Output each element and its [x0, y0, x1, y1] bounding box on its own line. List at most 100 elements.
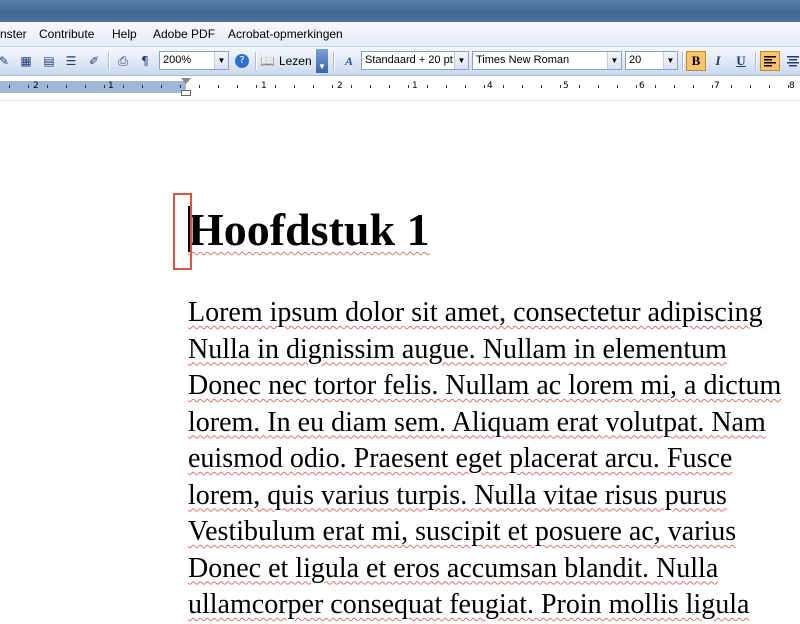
title-bar: [0, 0, 800, 22]
chevron-down-icon: ▼: [318, 62, 326, 71]
ruler-tick: [313, 85, 314, 88]
align-left-button[interactable]: [760, 51, 780, 71]
ruler-tick: [408, 85, 409, 88]
font-value: Times New Roman: [476, 54, 570, 66]
read-mode-label: Lezen: [278, 54, 312, 68]
ruler-tick: [579, 85, 580, 88]
document-map-icon[interactable]: ⎙: [113, 51, 133, 71]
insert-excel-icon[interactable]: ▤: [39, 51, 59, 71]
ruler-label: 7: [714, 81, 720, 91]
body-line: euismod odio. Praesent eget placerat arc…: [188, 443, 733, 474]
menu-item-contribute[interactable]: Contribute: [39, 27, 94, 41]
ruler-label: 4: [487, 81, 493, 91]
chevron-down-icon[interactable]: ▼: [663, 52, 677, 69]
body-line: Donec nec tortor felis. Nullam ac lorem …: [188, 370, 782, 401]
menu-bar: nster Contribute Help Adobe PDF Acrobat-…: [0, 22, 800, 47]
ruler-tick: [351, 85, 352, 88]
ruler-tick: [427, 85, 428, 88]
align-center-icon: [787, 56, 799, 67]
ruler-label: 1: [412, 81, 418, 91]
show-formatting-icon[interactable]: ¶: [135, 51, 155, 71]
ruler-label: 6: [639, 81, 645, 91]
chevron-down-icon[interactable]: ▼: [607, 52, 621, 69]
ruler-tick: [104, 85, 105, 88]
ruler-tick: [693, 85, 694, 88]
drawing-toolbar-icon[interactable]: ✐: [84, 51, 104, 71]
toolbar-separator: [108, 52, 110, 70]
style-value: Standaard + 20 pt: [365, 54, 453, 66]
toolbar-overflow-button[interactable]: ▼: [316, 49, 328, 73]
styles-formatting-icon[interactable]: A: [339, 51, 359, 71]
ruler-tick: [465, 85, 466, 88]
ruler-tick: [674, 85, 675, 88]
body-line: Nulla in dignissim augue. Nullam in elem…: [188, 333, 727, 365]
align-left-icon: [764, 56, 776, 67]
body-line: Vestibulum erat mi, suscipit et posuere …: [188, 516, 737, 547]
ruler-tick: [541, 85, 542, 88]
menu-item-help[interactable]: Help: [112, 27, 137, 41]
horizontal-ruler[interactable]: 2 1 1 1 2 4 5 6 7 8: [0, 76, 800, 101]
body-line: Lorem ipsum dolor sit amet, consectetur …: [188, 297, 763, 328]
drawing-icon[interactable]: ✎: [0, 51, 14, 71]
underline-button[interactable]: U: [731, 51, 751, 71]
toolbar-separator: [255, 52, 257, 70]
ruler-tick: [237, 85, 238, 88]
ruler-tick: [28, 85, 29, 88]
left-indent-handle[interactable]: [181, 90, 191, 96]
ruler-tick: [199, 85, 200, 88]
italic-button[interactable]: I: [708, 51, 728, 71]
ruler-tick: [598, 85, 599, 88]
ruler-tick: [142, 85, 143, 88]
document-body[interactable]: Lorem ipsum dolor sit amet, consectetur …: [188, 295, 800, 624]
ruler-tick: [769, 85, 770, 88]
toolbar-separator: [333, 52, 335, 70]
insert-table-icon[interactable]: ▦: [16, 51, 36, 71]
ruler-tick: [636, 85, 637, 88]
zoom-select[interactable]: 200% ▼: [159, 51, 229, 70]
font-size-select[interactable]: 20 ▼: [625, 51, 678, 70]
ruler-tick: [218, 85, 219, 88]
ruler-tick: [275, 85, 276, 88]
ruler-tick: [522, 85, 523, 88]
body-line: lorem, quis varius turpis. Nulla vitae r…: [188, 479, 727, 511]
ruler-label: 1: [261, 81, 267, 91]
body-line: Donec et ligula et eros accumsan blandit…: [188, 552, 719, 584]
zoom-value: 200%: [163, 54, 192, 66]
ruler-tick: [446, 85, 447, 88]
ruler-tick: [161, 85, 162, 88]
align-center-button[interactable]: [783, 51, 800, 71]
help-icon[interactable]: ?: [232, 51, 252, 71]
document-heading[interactable]: Hoofdstuk 1: [188, 203, 430, 257]
formatting-toolbar: ✎ ▦ ▤ ☰ ✐ ⎙ ¶ 200% ▼ ? 📖 Lezen ▼ A Stand…: [0, 47, 800, 76]
ruler-tick: [47, 85, 48, 88]
cursor-highlight-box: [173, 193, 192, 270]
bold-button[interactable]: B: [686, 51, 706, 71]
menu-item-acrobat-opmerkingen[interactable]: Acrobat-opmerkingen: [228, 27, 343, 41]
ruler-tick: [85, 85, 86, 88]
ruler-tick: [503, 85, 504, 88]
style-select[interactable]: Standaard + 20 pt ▼: [361, 51, 469, 70]
ruler-tick: [123, 85, 124, 88]
ruler-label: 5: [563, 81, 569, 91]
ruler-tick: [370, 85, 371, 88]
chevron-down-icon[interactable]: ▼: [454, 52, 468, 69]
ruler-tick: [484, 85, 485, 88]
chevron-down-icon[interactable]: ▼: [214, 52, 228, 69]
font-size-value: 20: [629, 54, 642, 66]
columns-icon[interactable]: ☰: [61, 51, 81, 71]
ruler-tick: [389, 85, 390, 88]
first-line-indent-handle[interactable]: [181, 78, 191, 84]
ruler-label: 2: [33, 81, 39, 91]
ruler-tick: [617, 85, 618, 88]
font-select[interactable]: Times New Roman ▼: [472, 51, 622, 70]
ruler-label: 1: [108, 81, 114, 91]
ruler-label: 2: [337, 81, 343, 91]
ruler-tick: [788, 85, 789, 88]
menu-item-venster[interactable]: nster: [0, 27, 27, 41]
ruler-tick: [332, 85, 333, 88]
ruler-tick: [731, 85, 732, 88]
ruler-tick: [750, 85, 751, 88]
ruler-tick: [655, 85, 656, 88]
read-mode-button[interactable]: 📖 Lezen: [260, 51, 316, 71]
menu-item-adobe-pdf[interactable]: Adobe PDF: [153, 27, 215, 41]
